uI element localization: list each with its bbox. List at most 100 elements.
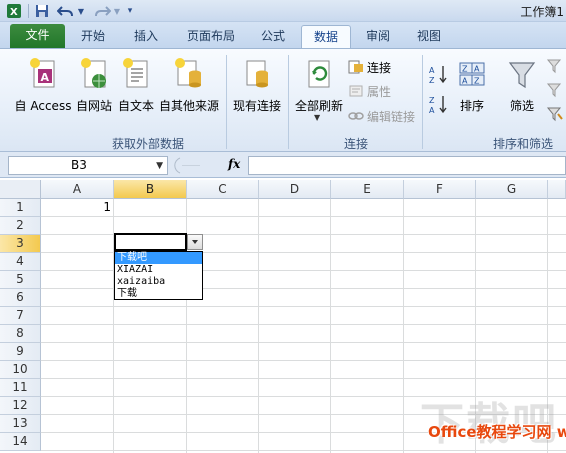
dropdown-option[interactable]: 下载 xyxy=(115,288,202,300)
column-header-e[interactable]: E xyxy=(331,180,404,199)
row-header-2[interactable]: 2 xyxy=(0,217,41,235)
row-header-13[interactable]: 13 xyxy=(0,415,41,433)
gridline xyxy=(41,324,566,325)
sort-icon: Z A A Z xyxy=(459,62,485,86)
column-header-d[interactable]: D xyxy=(259,180,331,199)
column-header-a[interactable]: A xyxy=(41,180,114,199)
link-icon xyxy=(348,112,364,120)
name-box-dropdown-icon[interactable]: ▼ xyxy=(156,158,163,175)
tab-page-layout[interactable]: 页面布局 xyxy=(178,25,244,48)
svg-text:A: A xyxy=(462,77,468,86)
group-label-sort-filter: 排序和筛选 xyxy=(493,137,554,151)
other-sources-icon xyxy=(175,58,201,88)
existing-connections-button[interactable]: 现有连接 xyxy=(230,53,284,113)
properties-button[interactable]: 属性 xyxy=(348,82,391,100)
refresh-icon xyxy=(308,60,330,88)
filter-label: 筛选 xyxy=(509,99,534,113)
group-label-external-data: 获取外部数据 xyxy=(112,137,185,151)
tab-insert[interactable]: 插入 xyxy=(123,25,169,48)
svg-text:Z: Z xyxy=(462,65,468,74)
connections-button[interactable]: 连接 xyxy=(348,58,391,76)
svg-text:A: A xyxy=(474,65,480,74)
from-other-sources-button[interactable]: 自其他来源 xyxy=(158,53,220,113)
from-other-sources-label: 自其他来源 xyxy=(158,99,219,113)
formula-bar: B3 ▼ fx xyxy=(0,152,566,178)
row-header-3[interactable]: 3 xyxy=(0,235,41,253)
advanced-filter-icon[interactable] xyxy=(546,105,564,123)
svg-text:Z: Z xyxy=(429,96,435,105)
column-header-b[interactable]: B xyxy=(114,180,187,199)
tab-view[interactable]: 视图 xyxy=(406,25,452,48)
tab-review[interactable]: 审阅 xyxy=(355,25,401,48)
sort-ascending-icon[interactable]: AZ xyxy=(428,63,450,85)
redo-icon[interactable] xyxy=(92,3,112,19)
web-icon xyxy=(81,58,106,88)
sort-label: 排序 xyxy=(459,99,484,113)
connections-icon xyxy=(348,60,363,74)
sort-button[interactable]: Z A A Z 排序 xyxy=(454,53,490,113)
refresh-dropdown-icon[interactable]: ▼ xyxy=(314,113,320,122)
ribbon-tabs: 文件 开始 插入 页面布局 公式 数据 审阅 视图 xyxy=(0,22,566,48)
save-icon[interactable] xyxy=(34,3,50,19)
name-box[interactable]: B3 ▼ xyxy=(8,156,168,175)
row-header-5[interactable]: 5 xyxy=(0,271,41,289)
refresh-all-button[interactable]: 全部刷新 xyxy=(292,53,346,113)
select-all-corner[interactable] xyxy=(0,180,41,199)
edit-links-label: 编辑链接 xyxy=(367,109,416,124)
filter-icon xyxy=(508,62,536,89)
access-database-icon: A xyxy=(30,58,55,88)
properties-icon xyxy=(349,85,363,97)
formula-input[interactable] xyxy=(248,156,566,175)
tab-file[interactable]: 文件 xyxy=(10,24,65,48)
validation-dropdown-button[interactable] xyxy=(187,234,203,250)
column-header-c[interactable]: C xyxy=(187,180,259,199)
filter-button[interactable]: 筛选 xyxy=(503,53,541,113)
active-cell-b3[interactable] xyxy=(114,233,187,251)
row-header-8[interactable]: 8 xyxy=(0,325,41,343)
dropdown-option[interactable]: xaizaiba xyxy=(115,276,202,288)
row-header-6[interactable]: 6 xyxy=(0,289,41,307)
row-header-10[interactable]: 10 xyxy=(0,361,41,379)
excel-app-icon[interactable]: X xyxy=(6,3,22,19)
row-header-12[interactable]: 12 xyxy=(0,397,41,415)
column-header-f[interactable]: F xyxy=(404,180,476,199)
connections-label: 连接 xyxy=(367,60,392,75)
redo-dropdown-icon[interactable]: ▼ xyxy=(112,3,122,19)
from-access-button[interactable]: A 自 Access xyxy=(14,53,72,113)
validation-dropdown-list[interactable]: 下载吧 XIAZAI xaizaiba 下载 xyxy=(114,251,203,300)
clear-filter-icon[interactable] xyxy=(546,57,564,75)
row-header-1[interactable]: 1 xyxy=(0,199,41,217)
chevron-down-icon xyxy=(192,240,198,244)
row-header-4[interactable]: 4 xyxy=(0,253,41,271)
from-web-button[interactable]: 自网站 xyxy=(74,53,114,113)
gridline xyxy=(41,378,566,379)
watermark-site: Office教程学习网 www.office68.com xyxy=(428,423,566,441)
from-text-label: 自文本 xyxy=(117,99,154,113)
group-separator xyxy=(226,55,227,149)
cell-a1[interactable]: 1 xyxy=(41,200,111,214)
row-header-14[interactable]: 14 xyxy=(0,433,41,451)
column-header-g[interactable]: G xyxy=(476,180,548,199)
insert-function-icon[interactable]: fx xyxy=(228,157,240,171)
title-bar: X ▼ ▼ ▾ 工作簿1 xyxy=(0,0,566,22)
tab-home[interactable]: 开始 xyxy=(70,25,116,48)
excel-window: X ▼ ▼ ▾ 工作簿1 文件 开始 插入 页面布局 公式 数据 审阅 视图 A… xyxy=(0,0,566,453)
from-access-label: 自 Access xyxy=(14,99,72,113)
dropdown-option[interactable]: 下载吧 xyxy=(115,252,202,264)
tab-formulas[interactable]: 公式 xyxy=(250,25,296,48)
refresh-all-label: 全部刷新 xyxy=(294,99,343,113)
reapply-filter-icon[interactable] xyxy=(546,81,564,99)
tab-data[interactable]: 数据 xyxy=(301,25,351,48)
undo-icon[interactable] xyxy=(56,3,76,19)
row-header-9[interactable]: 9 xyxy=(0,343,41,361)
customize-toolbar-icon[interactable]: ▾ xyxy=(124,3,136,19)
row-header-11[interactable]: 11 xyxy=(0,379,41,397)
undo-dropdown-icon[interactable]: ▼ xyxy=(76,3,86,19)
fx-area: fx xyxy=(170,156,248,175)
column-header-partial[interactable] xyxy=(548,180,566,199)
row-header-7[interactable]: 7 xyxy=(0,307,41,325)
edit-links-button[interactable]: 编辑链接 xyxy=(348,107,415,125)
sort-descending-icon[interactable]: ZA xyxy=(428,93,450,115)
from-text-button[interactable]: 自文本 xyxy=(116,53,156,113)
dropdown-option[interactable]: XIAZAI xyxy=(115,264,202,276)
